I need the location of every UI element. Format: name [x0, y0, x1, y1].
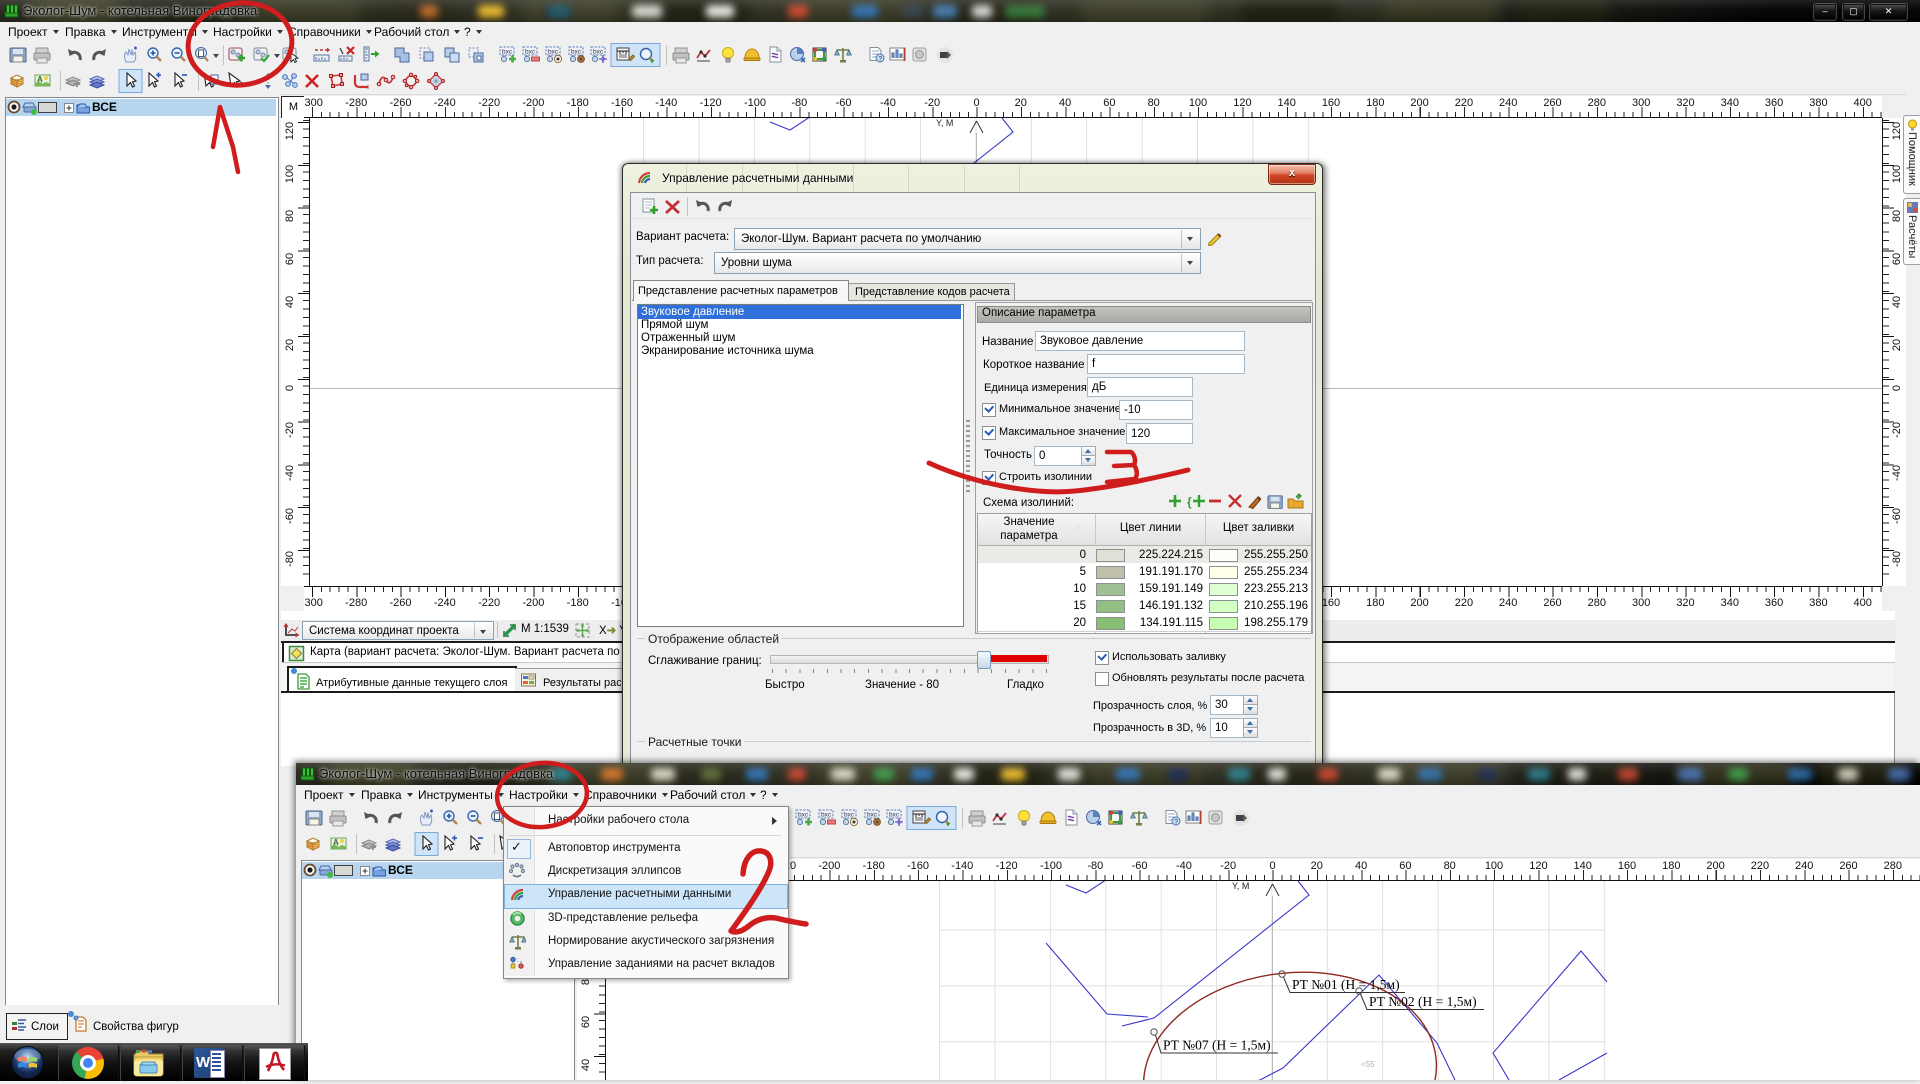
svg-text:{: {	[1187, 495, 1192, 509]
svg-text:Y, М: Y, М	[936, 118, 953, 128]
svg-text:?: ?	[878, 56, 882, 63]
svg-text:bxc: bxc	[502, 49, 513, 56]
svg-text:РТ №02 (Н = 1,5м): РТ №02 (Н = 1,5м)	[1369, 994, 1477, 1009]
svg-text:bxc: bxc	[798, 812, 809, 819]
svg-text:bxc: bxc	[571, 49, 582, 56]
svg-text:<55: <55	[1361, 1060, 1375, 1069]
svg-text:A: A	[333, 838, 339, 847]
svg-text:bxc: bxc	[821, 812, 832, 819]
svg-text:bxc: bxc	[889, 812, 900, 819]
svg-text:?: ?	[1174, 819, 1178, 826]
svg-text:bxc: bxc	[844, 812, 855, 819]
svg-text:bxc: bxc	[593, 49, 604, 56]
svg-text:A: A	[37, 75, 43, 84]
svg-text::: :	[517, 958, 519, 964]
svg-text:Y, М: Y, М	[1232, 881, 1249, 891]
svg-text:bxc: bxc	[548, 49, 559, 56]
svg-text:bxc: bxc	[525, 49, 536, 56]
svg-text:РТ №07 (Н = 1,5м): РТ №07 (Н = 1,5м)	[1163, 1038, 1271, 1053]
svg-text:bxc: bxc	[867, 812, 878, 819]
svg-text:РТ №01 (Н = 1,5м): РТ №01 (Н = 1,5м)	[1292, 977, 1400, 992]
